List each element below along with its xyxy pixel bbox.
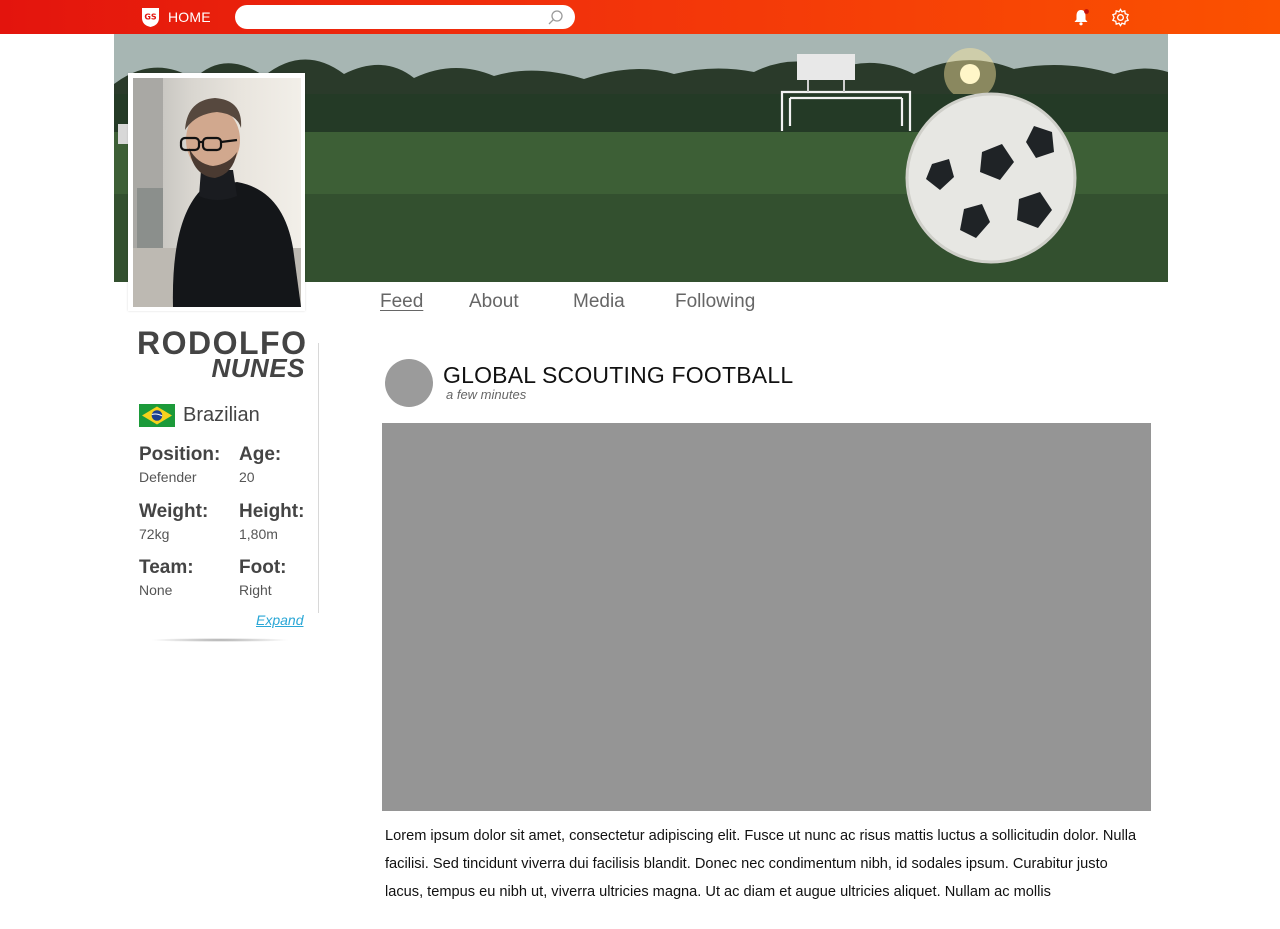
player-last-name: NUNES: [211, 353, 305, 383]
team-label: Team:: [139, 557, 194, 578]
post-timestamp: a few minutes: [446, 387, 527, 402]
post-author-avatar[interactable]: [385, 359, 433, 407]
logo-icon[interactable]: GS: [139, 6, 162, 28]
post-media[interactable]: [382, 423, 1151, 811]
profile-photo: [133, 78, 301, 307]
post-author-name[interactable]: GLOBAL SCOUTING FOOTBALL: [443, 362, 793, 389]
foot-label: Foot:: [239, 557, 287, 578]
height-label: Height:: [239, 501, 305, 522]
age-label: Age:: [239, 444, 282, 465]
height-value: 1,80m: [239, 526, 278, 542]
gear-icon[interactable]: [1111, 8, 1130, 27]
tab-media[interactable]: Media: [573, 291, 625, 313]
nationality-label: Brazilian: [183, 404, 260, 426]
tab-feed[interactable]: Feed: [380, 291, 423, 313]
tab-about[interactable]: About: [469, 291, 519, 313]
profile-photo-frame: [128, 73, 305, 311]
post-body-text: Lorem ipsum dolor sit amet, consectetur …: [385, 828, 1137, 900]
age-value: 20: [239, 469, 255, 485]
position-value: Defender: [139, 469, 197, 485]
home-link[interactable]: HOME: [168, 9, 211, 25]
team-value: None: [139, 582, 173, 598]
search-input[interactable]: [235, 5, 575, 29]
tab-following[interactable]: Following: [675, 291, 755, 313]
bell-icon[interactable]: [1072, 8, 1090, 26]
svg-text:GS: GS: [144, 13, 157, 22]
position-label: Position:: [139, 444, 221, 465]
brazil-flag-icon: [139, 404, 175, 427]
panel-vertical-divider: [318, 343, 319, 613]
foot-value: Right: [239, 582, 272, 598]
weight-value: 72kg: [139, 526, 170, 542]
search-icon[interactable]: [547, 9, 564, 26]
expand-link[interactable]: Expand: [256, 612, 303, 628]
weight-label: Weight:: [139, 501, 209, 522]
panel-divider: [150, 638, 290, 642]
top-nav-bar: GS HOME: [0, 0, 1280, 34]
